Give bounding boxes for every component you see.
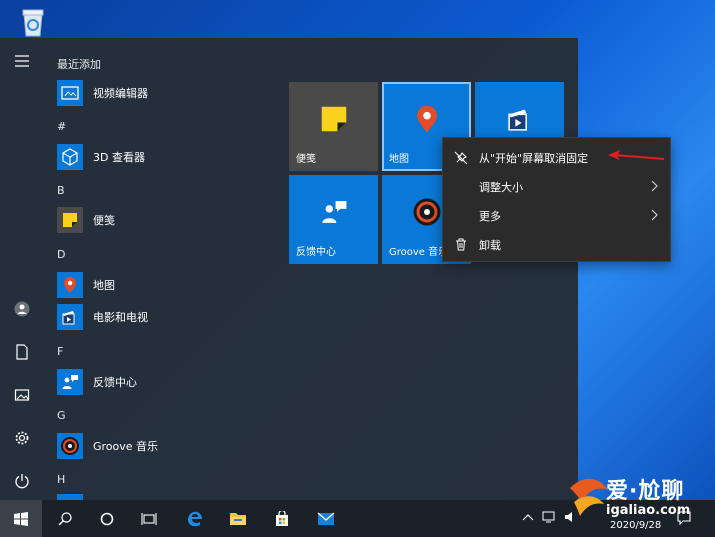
cortana-icon[interactable] (86, 500, 128, 537)
unpin-icon (443, 151, 479, 165)
settings-icon[interactable] (0, 421, 44, 455)
power-icon[interactable] (0, 464, 44, 498)
store-icon[interactable] (261, 500, 303, 537)
mail-icon[interactable] (305, 500, 347, 537)
annotation-arrow-icon (608, 150, 665, 160)
sticky-notes-icon (57, 207, 83, 233)
trash-icon (443, 238, 479, 251)
movies-tv-icon (507, 110, 527, 132)
watermark-text: 爱·尬聊 (606, 479, 685, 504)
list-item-3d-viewer[interactable]: 3D 查看器 (57, 142, 277, 172)
3d-viewer-icon (57, 144, 83, 170)
section-header-g[interactable]: G (57, 409, 66, 422)
app-label: Groove 音乐 (93, 440, 159, 453)
list-item-maps[interactable]: 地图 (57, 270, 277, 300)
section-header-d[interactable]: D (57, 248, 65, 261)
menu-item-label: 调整大小 (479, 180, 523, 194)
start-icon[interactable] (0, 500, 42, 537)
start-menu: 最近添加 视频编辑器 # 3D 查看器 B 便笺 D 地图 电影和电视 F 反馈… (0, 38, 578, 500)
section-header-f[interactable]: F (57, 345, 63, 358)
document-icon[interactable] (0, 335, 44, 369)
chevron-right-icon (651, 209, 658, 221)
chevron-right-icon (651, 180, 658, 192)
menu-item-uninstall[interactable]: 卸载 (443, 230, 672, 259)
edge-icon[interactable] (174, 500, 216, 537)
menu-item-more[interactable]: 更多 (443, 201, 672, 230)
movies-tv-icon (57, 304, 83, 330)
section-header-b[interactable]: B (57, 184, 65, 197)
list-item-feedback-hub[interactable]: 反馈中心 (57, 367, 277, 397)
app-label: 反馈中心 (93, 376, 137, 389)
feedback-hub-icon (57, 369, 83, 395)
hamburger-icon[interactable] (0, 44, 44, 78)
tile-label: Groove 音乐 (389, 247, 449, 258)
tile-sticky-notes[interactable]: 便笺 (289, 82, 378, 171)
user-icon[interactable] (0, 292, 44, 326)
watermark-url: igaliao.com (606, 503, 691, 518)
recycle-bin-icon[interactable] (16, 4, 50, 38)
search-icon[interactable] (44, 500, 86, 537)
menu-item-label: 卸载 (479, 238, 501, 252)
list-item-movies-tv[interactable]: 电影和电视 (57, 302, 277, 332)
tile-label: 便笺 (296, 154, 316, 165)
section-header-recent: 最近添加 (57, 58, 101, 71)
app-label: 地图 (93, 279, 115, 292)
app-label: 电影和电视 (93, 311, 148, 324)
chevron-up-icon[interactable] (522, 513, 534, 521)
tile-feedback-hub[interactable]: 反馈中心 (289, 175, 378, 264)
section-header-h[interactable]: H (57, 473, 65, 486)
sticky-notes-icon (321, 107, 346, 132)
tile-label: 反馈中心 (296, 247, 336, 258)
groove-music-icon (57, 433, 83, 459)
app-label: 便笺 (93, 214, 115, 227)
app-label: 视频编辑器 (93, 87, 148, 100)
clock-date[interactable]: 2020/9/28 (610, 520, 661, 531)
list-item-sticky-notes[interactable]: 便笺 (57, 205, 277, 235)
maps-icon (416, 106, 437, 133)
list-item-groove-music[interactable]: Groove 音乐 (57, 431, 277, 461)
section-header-hash[interactable]: # (57, 120, 66, 133)
video-editor-icon (57, 80, 83, 106)
network-icon[interactable] (542, 511, 558, 523)
pictures-icon[interactable] (0, 378, 44, 412)
tile-label: 地图 (389, 154, 409, 165)
app-list: 最近添加 视频编辑器 # 3D 查看器 B 便笺 D 地图 电影和电视 F 反馈… (44, 38, 284, 500)
groove-music-icon (413, 198, 440, 226)
menu-item-resize[interactable]: 调整大小 (443, 172, 672, 201)
app-label: 3D 查看器 (93, 151, 145, 164)
feedback-hub-icon (321, 201, 346, 224)
menu-item-label: 从"开始"屏幕取消固定 (479, 151, 589, 165)
maps-icon (57, 272, 83, 298)
start-rail (0, 38, 44, 500)
menu-item-label: 更多 (479, 209, 501, 223)
file-explorer-icon[interactable] (217, 500, 259, 537)
task-view-icon[interactable] (128, 500, 170, 537)
list-item-video-editor[interactable]: 视频编辑器 (57, 78, 277, 108)
